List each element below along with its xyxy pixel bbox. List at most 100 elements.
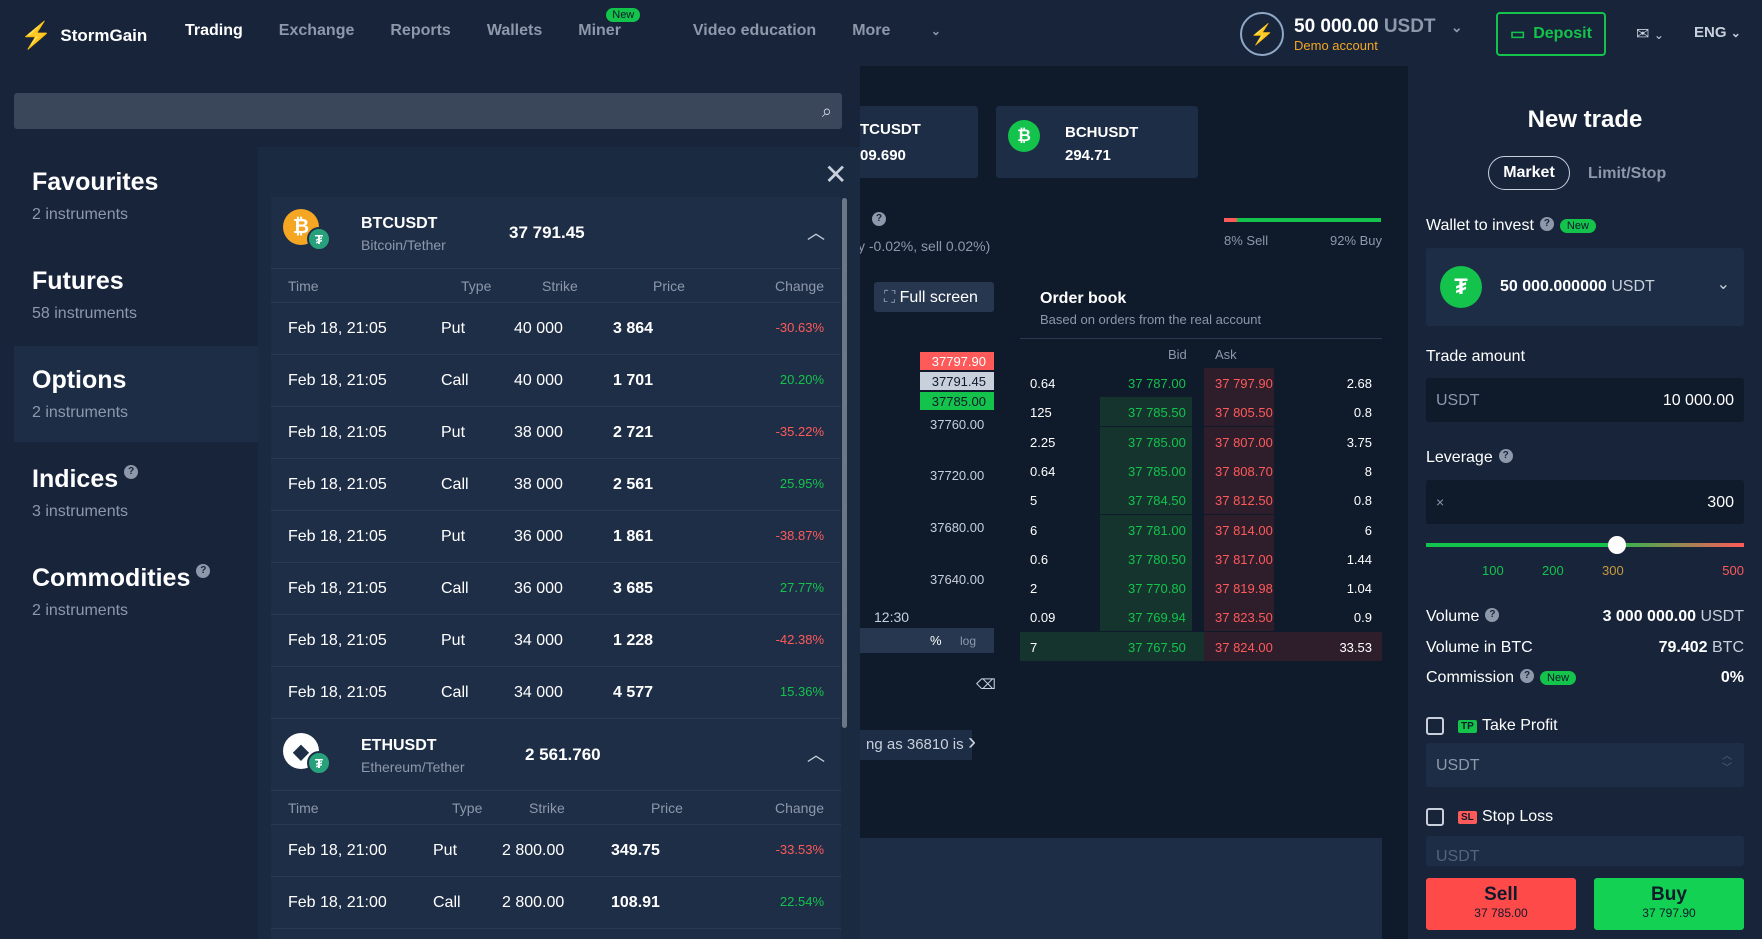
cell-price: 1 861	[613, 528, 654, 545]
new-badge: New	[1540, 670, 1577, 685]
orderbook-row[interactable]: 125 37 785.50 37 805.50 0.8	[1020, 397, 1382, 427]
nav-video-education[interactable]: Video education	[693, 22, 816, 40]
leverage-mark[interactable]: 100	[1482, 563, 1504, 578]
cell-strike: 34 000	[514, 684, 563, 701]
nav-trading[interactable]: Trading	[185, 22, 243, 40]
help-icon[interactable]: ?	[1520, 669, 1535, 683]
full-screen-button[interactable]: ⛶ Full screen	[874, 282, 994, 312]
stepper-icon[interactable]: ︿ ﹀	[1722, 751, 1732, 775]
trade-amount-input[interactable]: USDT 10 000.00	[1426, 378, 1744, 422]
leverage-mark[interactable]: 500	[1722, 563, 1744, 578]
orderbook-row[interactable]: 5 37 784.50 37 812.50 0.8	[1020, 485, 1382, 515]
take-profit-label[interactable]: Take Profit	[1482, 717, 1558, 735]
table-row[interactable]: Feb 18, 21:05 Put 34 000 1 228 -42.38%	[271, 615, 841, 667]
col-price: Price	[653, 278, 685, 294]
orderbook-row[interactable]: 0.64 37 787.00 37 797.90 2.68	[1020, 368, 1382, 397]
orderbook-row[interactable]: 7 37 767.50 37 824.00 33.53	[1020, 631, 1382, 661]
nav-miner[interactable]: Miner New	[578, 8, 657, 40]
group-header[interactable]: ◆ ₮ ETHUSDT Ethereum/Tether 2 561.760 ︿	[271, 719, 841, 791]
nav-reports[interactable]: Reports	[390, 22, 450, 40]
stop-loss-checkbox[interactable]	[1426, 808, 1444, 826]
deposit-button[interactable]: ▭ Deposit	[1496, 12, 1606, 56]
help-icon[interactable]: ?	[1485, 608, 1500, 622]
orderbook-row[interactable]: 2.25 37 785.00 37 807.00 3.75	[1020, 426, 1382, 456]
take-profit-checkbox[interactable]	[1426, 717, 1444, 735]
table-row[interactable]: Feb 18, 21:05 Put 40 000 3 864 -30.63%	[271, 303, 841, 355]
category-futures[interactable]: Futures	[32, 267, 124, 296]
balance-currency: USDT	[1383, 15, 1436, 37]
category-commodities[interactable]: Commodities?	[32, 564, 211, 593]
table-row[interactable]: Feb 18, 21:00 Put 2 800.00 349.75 -33.53%	[271, 825, 841, 877]
leverage-input[interactable]: × 300	[1426, 480, 1744, 524]
orderbook-row[interactable]: 0.09 37 769.94 37 823.50 0.9	[1020, 602, 1382, 632]
orderbook-row[interactable]: 0.64 37 785.00 37 808.70 8	[1020, 455, 1382, 485]
close-icon[interactable]: ✕	[824, 158, 847, 191]
take-profit-input[interactable]: USDT ︿ ﹀	[1426, 743, 1744, 787]
logo[interactable]: ⚡ StormGain	[20, 20, 147, 51]
table-row[interactable]: Feb 18, 21:05 Call 34 000 4 577 15.36%	[271, 667, 841, 719]
volume-value: 3 000 000.00 USDT	[1602, 608, 1744, 625]
table-row[interactable]: Feb 18, 21:05 Call 36 000 3 685 27.77%	[271, 563, 841, 615]
buy-button[interactable]: Buy 37 797.90	[1594, 878, 1744, 930]
tab-limit-stop[interactable]: Limit/Stop	[1588, 165, 1666, 183]
ask-size: 8	[1364, 463, 1372, 479]
chevron-up-icon[interactable]: ︿	[807, 741, 825, 767]
log-toggle[interactable]: log	[960, 634, 976, 648]
wallet-selector[interactable]: ₮ 50 000.000000 USDT ⌄	[1426, 248, 1744, 326]
volume-label: Volume?	[1426, 608, 1500, 626]
chevron-down-icon: ⌄	[1716, 276, 1730, 293]
help-icon[interactable]: ?	[1498, 449, 1513, 463]
tab-market[interactable]: Market	[1488, 156, 1570, 190]
table-row[interactable]: Feb 18, 21:00 Call 2 800.00 108.91 22.54%	[271, 877, 841, 929]
language-selector[interactable]: ENG ⌄	[1694, 24, 1741, 41]
help-icon[interactable]: ?	[196, 564, 211, 578]
scrollbar[interactable]	[842, 198, 847, 728]
percent-toggle[interactable]: %	[930, 633, 942, 648]
ask-price: 37 805.50	[1215, 405, 1273, 421]
nav-wallets[interactable]: Wallets	[487, 22, 542, 40]
nav-more[interactable]: More ⌄	[852, 22, 977, 40]
group-header[interactable]: ₿ ₮ BTCUSDT Bitcoin/Tether 37 791.45 ︿	[271, 197, 841, 269]
leverage-mark[interactable]: 200	[1542, 563, 1564, 578]
stop-loss-input[interactable]: USDT	[1426, 836, 1744, 866]
balance-selector[interactable]: ⚡ 50 000.00 USDT ⌄ Demo account	[1240, 12, 1463, 56]
category-indices[interactable]: Indices?	[32, 465, 139, 494]
help-icon[interactable]: ?	[124, 465, 139, 479]
instrument-tile[interactable]	[840, 106, 978, 178]
category-favourites[interactable]: Favourites	[32, 168, 158, 197]
mail-menu[interactable]: ✉ ⌄	[1636, 24, 1664, 44]
stop-loss-label[interactable]: Stop Loss	[1482, 808, 1553, 826]
tile-price: 09.690	[860, 147, 906, 164]
orderbook-row[interactable]: 0.6 37 780.50 37 817.00 1.44	[1020, 543, 1382, 573]
help-icon[interactable]: ?	[866, 212, 886, 230]
chevron-right-icon[interactable]: ›	[968, 728, 976, 756]
leverage-slider[interactable]	[1426, 536, 1744, 554]
col-time: Time	[288, 278, 319, 294]
cell-time: Feb 18, 21:05	[288, 580, 387, 597]
leverage-mark[interactable]: 300	[1602, 563, 1624, 578]
sell-button[interactable]: Sell 37 785.00	[1426, 878, 1576, 930]
chevron-up-icon[interactable]: ︿	[807, 219, 825, 245]
table-row[interactable]: Feb 18, 21:05 Put 36 000 1 861 -38.87%	[271, 511, 841, 563]
nav-exchange[interactable]: Exchange	[279, 22, 355, 40]
col-strike: Strike	[529, 800, 565, 816]
eraser-icon[interactable]: ⌫	[976, 676, 996, 693]
help-icon[interactable]: ?	[1539, 217, 1554, 231]
col-time: Time	[288, 800, 319, 816]
axis-price: 37680.00	[930, 520, 985, 535]
top-header: ⚡ StormGain Trading Exchange Reports Wal…	[0, 0, 1762, 66]
tile-symbol: BCHUSDT	[1065, 124, 1139, 141]
divider	[1020, 338, 1382, 339]
category-options[interactable]: Options	[32, 366, 126, 395]
table-row[interactable]: Feb 18, 21:05 Put 38 000 2 721 -35.22%	[271, 407, 841, 459]
slider-thumb[interactable]	[1607, 536, 1626, 554]
search-input[interactable]: ⌕	[14, 93, 842, 129]
category-count: 3 instruments	[32, 503, 129, 520]
cell-time: Feb 18, 21:05	[288, 320, 387, 337]
orderbook-row[interactable]: 2 37 770.80 37 819.98 1.04	[1020, 573, 1382, 603]
orderbook-row[interactable]: 6 37 781.00 37 814.00 6	[1020, 514, 1382, 544]
bid-size: 0.64	[1030, 376, 1056, 391]
table-row[interactable]: Feb 18, 21:05 Call 40 000 1 701 20.20%	[271, 355, 841, 407]
table-row[interactable]: Feb 18, 21:05 Call 38 000 2 561 25.95%	[271, 459, 841, 511]
bid-price: 37 787.00	[1128, 376, 1186, 391]
